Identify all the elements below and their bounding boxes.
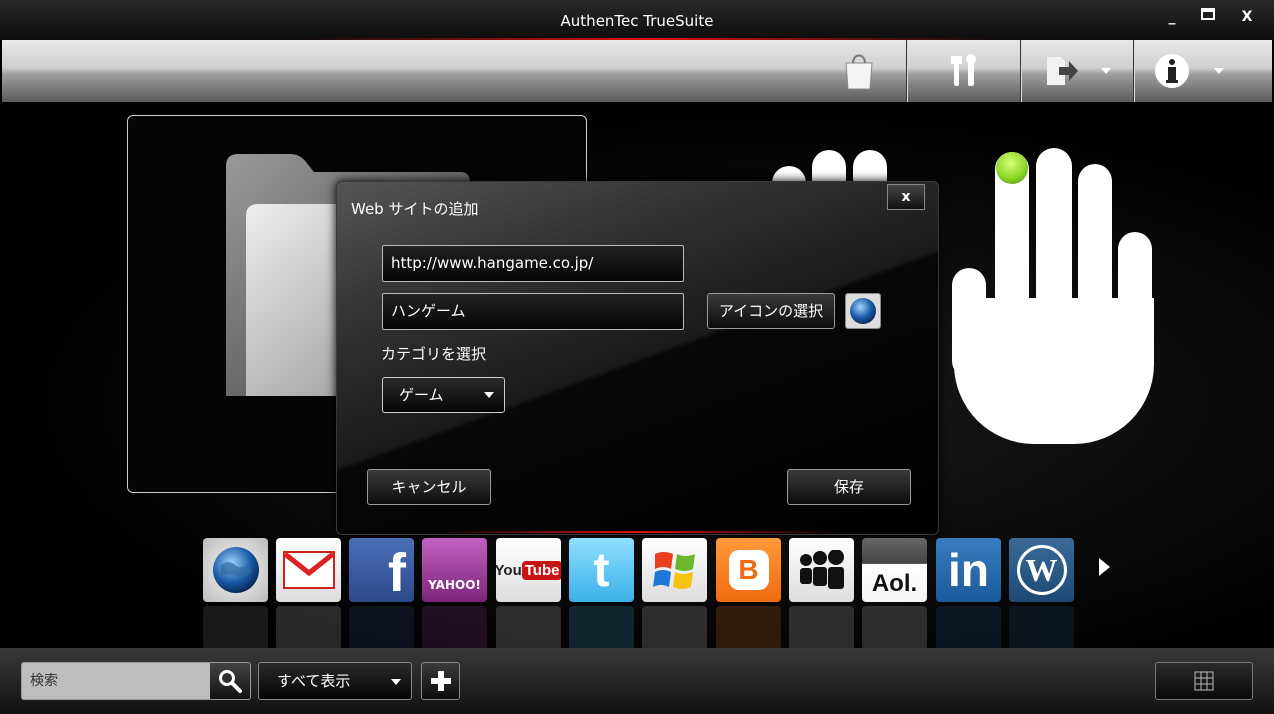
tile-reflection xyxy=(422,606,487,650)
app-tile-blogger[interactable]: B xyxy=(716,538,781,602)
url-input[interactable]: http://www.hangame.co.jp/ xyxy=(382,245,684,282)
select-icon-button[interactable]: アイコンの選択 xyxy=(707,293,835,329)
shopping-bag-icon xyxy=(845,54,873,90)
globe-icon xyxy=(212,547,259,593)
maximize-button[interactable] xyxy=(1193,6,1223,28)
filter-selected-value: すべて表示 xyxy=(277,672,351,690)
tile-reflection xyxy=(642,606,707,650)
tile-reflection xyxy=(716,606,781,650)
search-input[interactable] xyxy=(22,663,212,699)
tile-reflection xyxy=(936,606,1001,650)
export-icon xyxy=(1047,57,1078,85)
category-label: カテゴリを選択 xyxy=(381,345,487,363)
info-icon xyxy=(1155,54,1189,88)
tile-reflection xyxy=(1009,606,1074,650)
title-bar: AuthenTec TrueSuite _ X xyxy=(0,0,1274,40)
finger-enrolled-indicator xyxy=(996,152,1028,184)
app-tile-myspace[interactable] xyxy=(789,538,854,602)
search-button[interactable] xyxy=(210,663,250,699)
cancel-button[interactable]: キャンセル xyxy=(367,469,491,505)
tile-reflection xyxy=(862,606,927,650)
right-hand-palm xyxy=(954,298,1154,444)
window-title: AuthenTec TrueSuite xyxy=(560,12,714,30)
minimize-button[interactable]: _ xyxy=(1157,6,1187,28)
tile-reflection xyxy=(569,606,634,650)
chevron-down-icon xyxy=(391,679,401,685)
app-tile-gmail[interactable] xyxy=(276,538,341,602)
search-box xyxy=(21,662,251,700)
tile-reflection xyxy=(496,606,561,650)
site-name-input[interactable]: ハンゲーム xyxy=(382,293,684,330)
search-icon xyxy=(219,670,242,693)
gmail-icon xyxy=(282,551,335,589)
app-tile-yahoo[interactable]: YAHOO! xyxy=(422,538,487,602)
plus-icon xyxy=(430,671,451,691)
dialog-close-button[interactable]: x xyxy=(887,184,925,210)
tile-reflection xyxy=(789,606,854,650)
linkedin-icon: in xyxy=(948,544,989,596)
filter-select[interactable]: すべて表示 xyxy=(258,662,412,700)
add-website-dialog: Web サイトの追加 x http://www.hangame.co.jp/ ハ… xyxy=(336,181,939,535)
youtube-icon: You Tube xyxy=(496,560,561,580)
blogger-icon: B xyxy=(728,550,769,590)
grid-icon xyxy=(1194,671,1214,691)
close-button[interactable]: X xyxy=(1232,6,1262,28)
shop-button[interactable] xyxy=(812,40,906,102)
grid-view-button[interactable] xyxy=(1155,662,1253,700)
twitter-icon: t xyxy=(593,543,610,597)
chevron-down-icon[interactable] xyxy=(1214,68,1224,74)
tools-icon xyxy=(950,54,976,86)
app-tile-globe[interactable] xyxy=(203,538,268,602)
right-hand-middle-finger[interactable] xyxy=(1036,148,1072,323)
category-select[interactable]: ゲーム xyxy=(382,377,505,413)
tile-reflection xyxy=(276,606,341,650)
facebook-icon: f xyxy=(388,543,406,602)
yahoo-icon: YAHOO! xyxy=(428,578,481,592)
add-site-button[interactable] xyxy=(421,662,460,700)
app-tile-youtube[interactable]: You Tube xyxy=(496,538,561,602)
scroll-right-icon[interactable] xyxy=(1099,558,1110,576)
app-tile-windows[interactable] xyxy=(642,538,707,602)
app-tile-twitter[interactable]: t xyxy=(569,538,634,602)
myspace-icon xyxy=(799,550,844,589)
chevron-down-icon xyxy=(484,392,494,398)
info-button[interactable] xyxy=(1134,40,1244,102)
truesuite-app: AuthenTec TrueSuite _ X Web サイトの追加 x htt… xyxy=(0,0,1274,714)
export-button[interactable] xyxy=(1021,40,1133,102)
dialog-title: Web サイトの追加 xyxy=(351,200,479,218)
tile-reflection xyxy=(349,606,414,650)
app-tile-wordpress[interactable]: W xyxy=(1009,538,1074,602)
settings-button[interactable] xyxy=(907,40,1020,102)
app-tile-facebook[interactable]: f xyxy=(349,538,414,602)
tile-reflection xyxy=(203,606,268,650)
main-toolbar xyxy=(2,40,1272,102)
right-hand xyxy=(950,148,1160,448)
save-button[interactable]: 保存 xyxy=(787,469,911,505)
wordpress-icon: W xyxy=(1016,545,1067,595)
globe-icon xyxy=(850,298,876,324)
category-selected-value: ゲーム xyxy=(399,386,444,404)
site-icon-preview[interactable] xyxy=(845,293,881,329)
windows-icon xyxy=(652,552,695,589)
app-tile-aol[interactable]: Aol. xyxy=(862,538,927,602)
aol-icon: Aol. xyxy=(871,570,918,597)
chevron-down-icon[interactable] xyxy=(1101,68,1111,74)
dialog-accent-line xyxy=(437,531,837,533)
maximize-icon xyxy=(1201,8,1215,20)
app-tile-linkedin[interactable]: in xyxy=(936,538,1001,602)
